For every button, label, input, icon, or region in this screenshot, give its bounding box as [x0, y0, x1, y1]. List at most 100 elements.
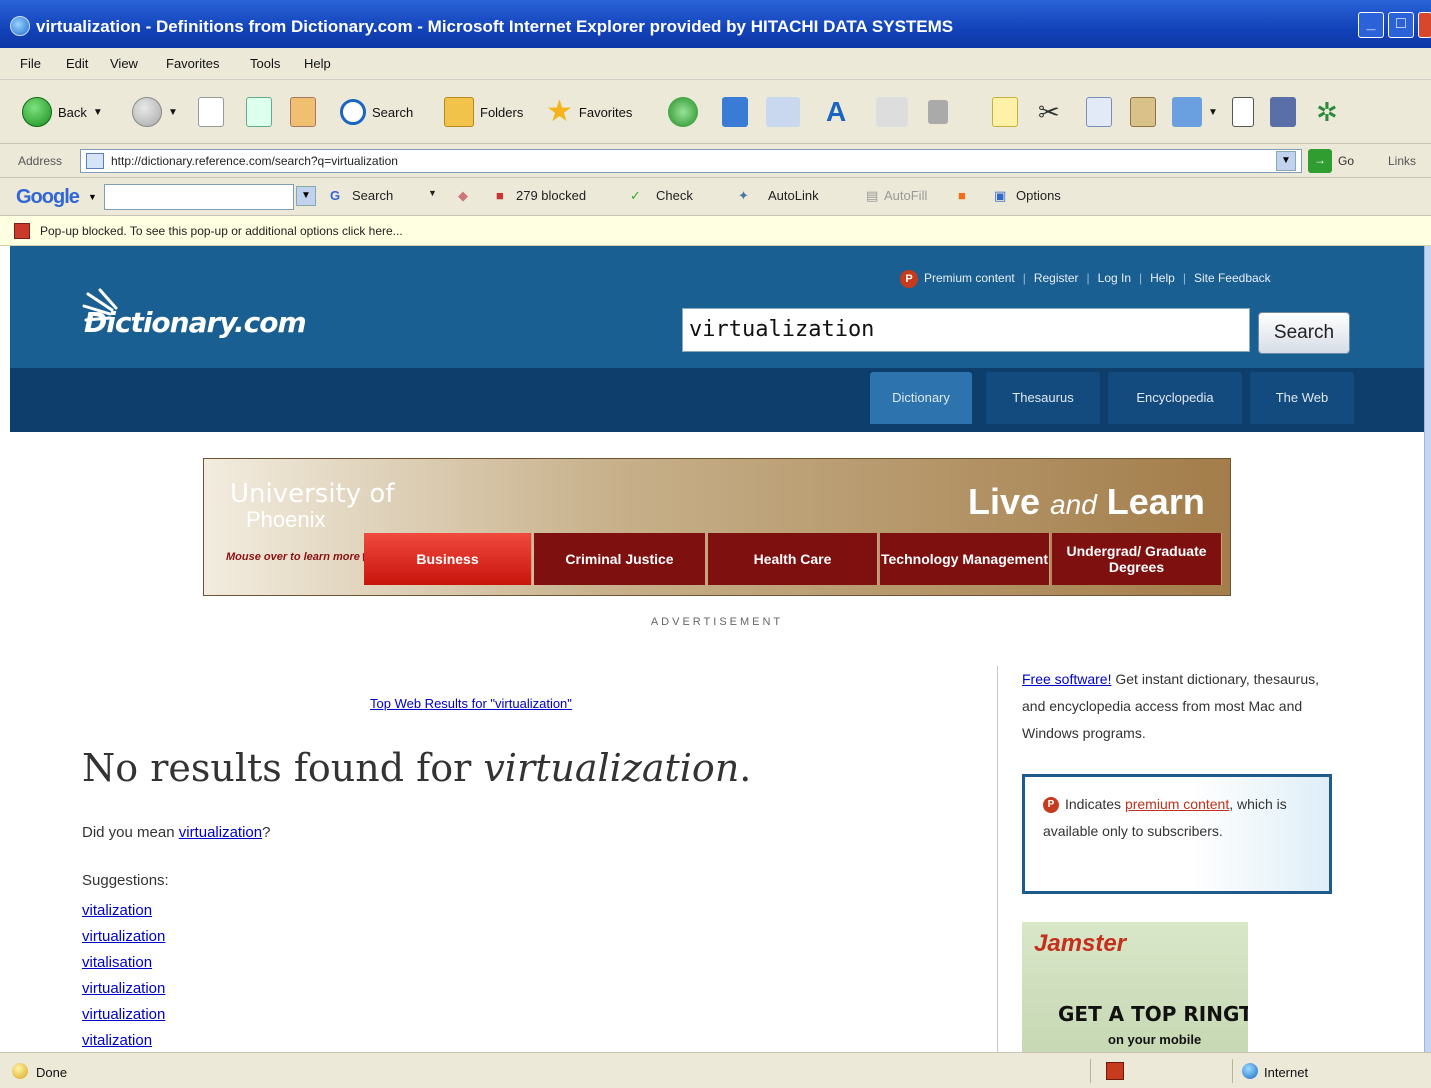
did-you-mean-link[interactable]: virtualization: [179, 824, 262, 841]
google-search-input[interactable]: [104, 184, 294, 210]
address-dropdown[interactable]: ▼: [1276, 151, 1296, 171]
suggestion-link[interactable]: vitalization: [82, 898, 165, 924]
autolink-icon: ✦: [738, 188, 749, 203]
check-button[interactable]: Check: [656, 188, 693, 203]
search-label: Search: [372, 104, 414, 120]
back-button[interactable]: Back ▼: [22, 94, 103, 130]
autolink-button[interactable]: AutoLink: [768, 188, 819, 203]
tab-encyclopedia[interactable]: Encyclopedia: [1108, 372, 1242, 424]
forward-button[interactable]: ▼: [132, 94, 178, 130]
back-label: Back: [58, 104, 87, 120]
google-search-button[interactable]: Search: [352, 188, 393, 203]
book-button[interactable]: [1270, 94, 1296, 130]
popup-blocked-bar[interactable]: Pop-up blocked. To see this pop-up or ad…: [0, 216, 1431, 246]
print-button[interactable]: [876, 94, 908, 130]
banner-tab-criminal-justice[interactable]: Criminal Justice: [534, 533, 706, 585]
search-button[interactable]: Search: [340, 94, 413, 130]
chevron-down-icon: ▼: [1208, 106, 1218, 118]
address-input[interactable]: http://dictionary.reference.com/search?q…: [80, 149, 1302, 173]
popup-blocked-status-icon[interactable]: [1106, 1062, 1124, 1080]
window-icon: [722, 97, 748, 127]
font-button[interactable]: A: [826, 94, 846, 130]
site-search-input[interactable]: virtualization: [682, 308, 1250, 352]
history-button[interactable]: [668, 94, 698, 130]
copy-icon: [1086, 97, 1112, 127]
top-web-results-link[interactable]: Top Web Results for "virtualization": [370, 696, 572, 711]
site-header: Dictionary.com P Premium content | Register…: [10, 246, 1424, 368]
link-help[interactable]: Help: [1150, 271, 1175, 285]
link-feedback[interactable]: Site Feedback: [1194, 271, 1271, 285]
link-premium[interactable]: Premium content: [924, 271, 1015, 285]
research-button[interactable]: [1232, 94, 1254, 130]
suggestion-link[interactable]: virtualization: [82, 924, 165, 950]
menu-tools[interactable]: Tools: [250, 56, 280, 71]
suggestions-list: vitalization virtualization vitalisation…: [82, 898, 165, 1052]
cut-button[interactable]: ✂: [1038, 94, 1060, 130]
translate-button[interactable]: ▼: [1172, 94, 1218, 130]
go-button[interactable]: Go: [1338, 154, 1354, 168]
address-bar: Address http://dictionary.reference.com/…: [0, 144, 1431, 178]
banner-brand-line1: University of: [230, 479, 395, 509]
banner-tab-technology[interactable]: Technology Management: [880, 533, 1050, 585]
advertisement-label: ADVERTISEMENT: [650, 616, 784, 628]
premium-content-link[interactable]: premium content: [1125, 796, 1229, 812]
favorites-button[interactable]: ★ Favorites: [546, 94, 632, 130]
tab-dictionary[interactable]: Dictionary: [870, 372, 972, 424]
chevron-down-icon: ▼: [92, 106, 103, 118]
toolbar-button-1[interactable]: [722, 94, 748, 130]
maximize-button[interactable]: □: [1388, 12, 1414, 38]
ad-banner[interactable]: University of Phoenix Live and Learn Mou…: [203, 458, 1231, 596]
link-register[interactable]: Register: [1034, 271, 1079, 285]
vertical-scrollbar[interactable]: [1424, 246, 1431, 1052]
address-label: Address: [18, 154, 63, 168]
link-login[interactable]: Log In: [1098, 271, 1131, 285]
chevron-down-icon[interactable]: ▼: [88, 192, 97, 202]
folders-button[interactable]: Folders: [444, 94, 523, 130]
menu-file[interactable]: File: [20, 56, 41, 71]
chevron-down-icon[interactable]: ▼: [428, 188, 437, 198]
tab-the-web[interactable]: The Web: [1250, 372, 1354, 424]
autofill-button[interactable]: AutoFill: [884, 188, 927, 203]
paste-button[interactable]: [1130, 94, 1156, 130]
blocked-count[interactable]: 279 blocked: [516, 188, 586, 203]
go-arrow-icon[interactable]: →: [1308, 149, 1332, 173]
mail-button[interactable]: [766, 94, 800, 130]
banner-tab-degrees[interactable]: Undergrad/ Graduate Degrees: [1052, 533, 1222, 585]
suggestion-link[interactable]: virtualization: [82, 1002, 165, 1028]
refresh-button[interactable]: [246, 94, 272, 130]
book-icon: [1270, 97, 1296, 127]
edit-button[interactable]: [928, 94, 948, 130]
minimize-button[interactable]: _: [1358, 12, 1384, 38]
banner-tagline: Live and Learn: [968, 481, 1205, 522]
menu-help[interactable]: Help: [304, 56, 331, 71]
home-icon: [290, 97, 316, 127]
jamster-ad[interactable]: Jamster GET A TOP RINGTONE on your mobil…: [1022, 922, 1248, 1052]
internet-zone-icon: [1242, 1063, 1258, 1079]
google-search-dropdown[interactable]: ▼: [296, 186, 316, 206]
free-software-link[interactable]: Free software!: [1022, 671, 1111, 687]
messenger-button[interactable]: ✲: [1316, 94, 1338, 130]
suggestion-link[interactable]: virtualization: [82, 976, 165, 1002]
banner-tab-health-care[interactable]: Health Care: [708, 533, 878, 585]
suggestion-link[interactable]: vitalization: [82, 1028, 165, 1052]
close-button[interactable]: [1418, 12, 1431, 38]
suggestion-link[interactable]: vitalisation: [82, 950, 165, 976]
google-logo[interactable]: Google: [16, 186, 80, 209]
note-button[interactable]: [992, 94, 1018, 130]
site-search-button[interactable]: Search: [1258, 312, 1350, 354]
home-button[interactable]: [290, 94, 316, 130]
stop-button[interactable]: [198, 94, 224, 130]
banner-tab-business[interactable]: Business: [364, 533, 532, 585]
menu-favorites[interactable]: Favorites: [166, 56, 219, 71]
site-logo[interactable]: Dictionary.com: [84, 306, 307, 339]
options-button[interactable]: Options: [1016, 188, 1061, 203]
top-links: P Premium content | Register | Log In | Help | Si…: [900, 270, 1271, 288]
jamster-subline: on your mobile: [1108, 1032, 1202, 1047]
blogger-icon: ■: [958, 188, 966, 203]
menu-edit[interactable]: Edit: [66, 56, 88, 71]
tab-thesaurus[interactable]: Thesaurus: [986, 372, 1100, 424]
copy-button[interactable]: [1086, 94, 1112, 130]
menu-view[interactable]: View: [110, 56, 138, 71]
banner-brand-line2: Phoenix: [246, 507, 326, 532]
links-button[interactable]: Links: [1388, 154, 1416, 168]
